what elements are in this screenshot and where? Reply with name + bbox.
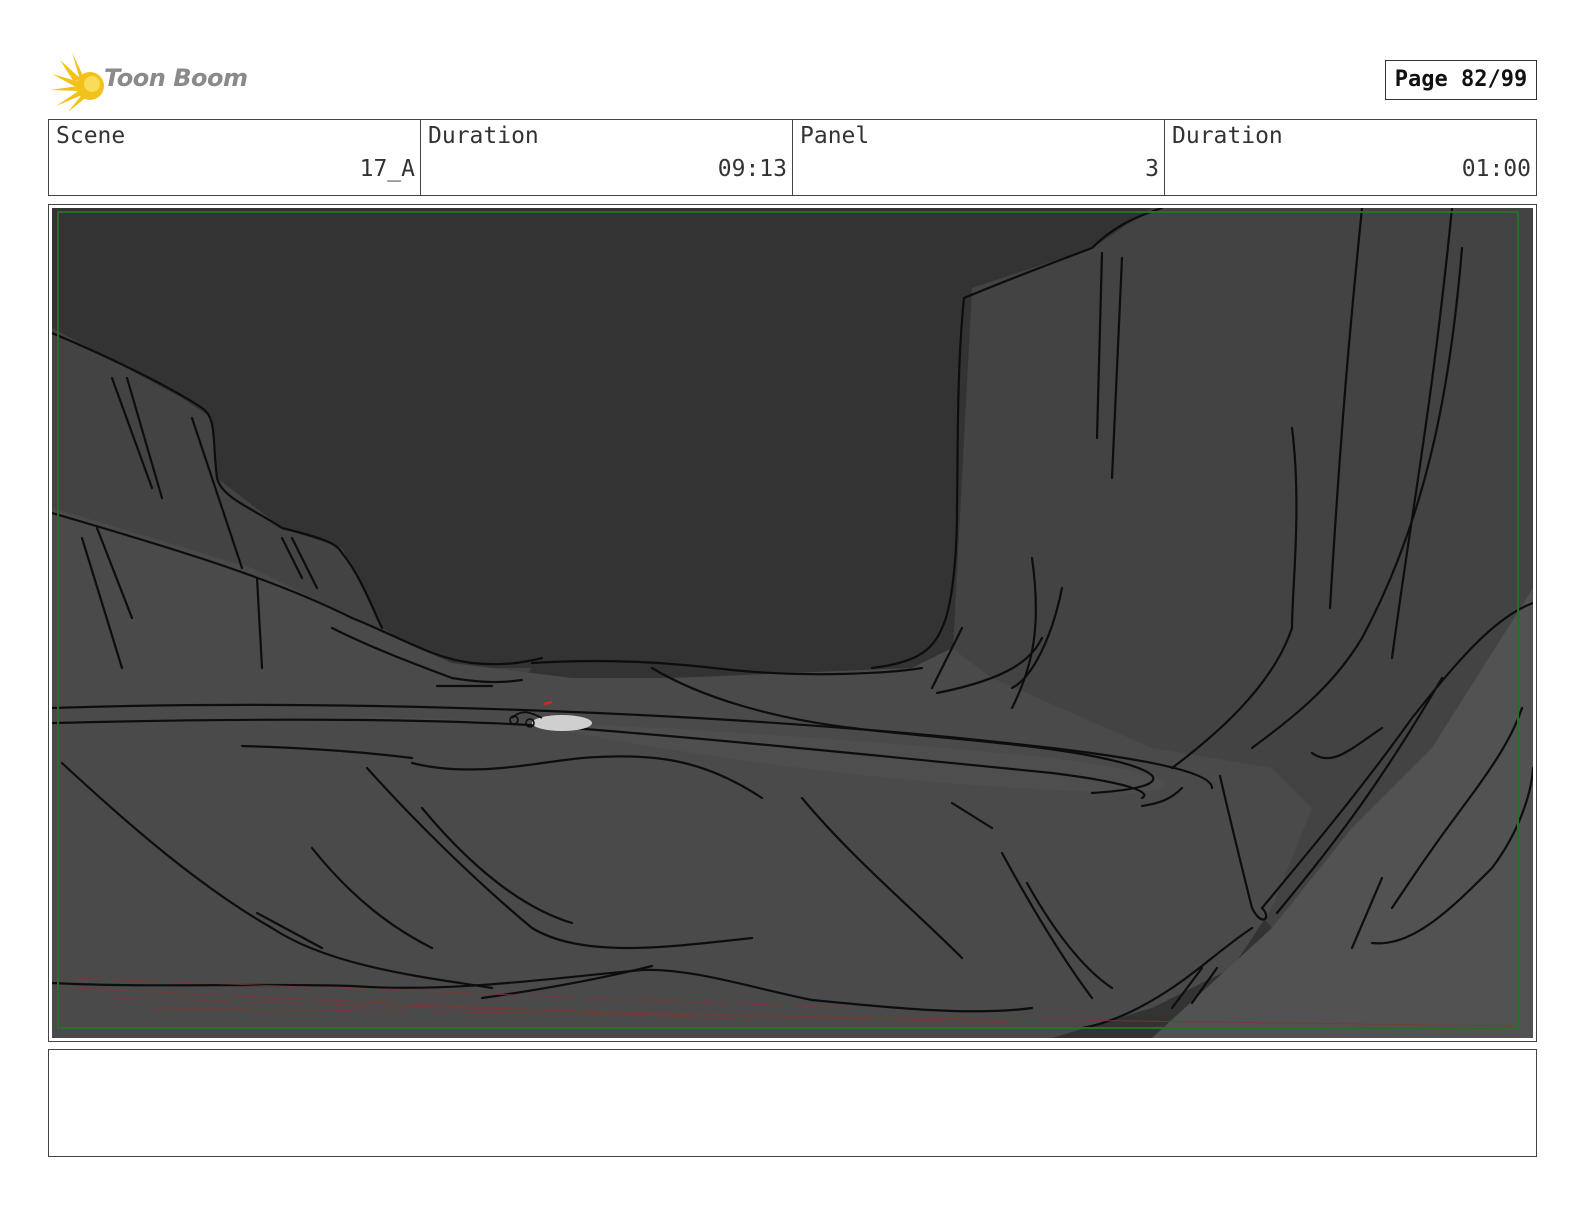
page-number: Page 82/99 xyxy=(1385,60,1537,100)
panel-info-table: Scene 17_A Duration 09:13 Panel 3 Durati… xyxy=(48,119,1537,196)
scene-label: Scene xyxy=(56,123,126,149)
canyon-sketch-image xyxy=(52,208,1533,1038)
panel-duration-cell: Duration 01:00 xyxy=(1165,120,1536,195)
scene-duration-label: Duration xyxy=(428,123,539,149)
storyboard-panel-frame xyxy=(48,204,1537,1042)
panel-label: Panel xyxy=(800,123,870,149)
panel-value: 3 xyxy=(1145,156,1159,182)
scene-cell: Scene 17_A xyxy=(49,120,421,195)
toon-boom-logo: Toon Boom xyxy=(50,52,270,112)
panel-duration-value: 01:00 xyxy=(1461,156,1531,182)
panel-duration-label: Duration xyxy=(1172,123,1283,149)
logo-text: Toon Boom xyxy=(104,64,248,92)
scene-duration-cell: Duration 09:13 xyxy=(421,120,793,195)
panel-cell: Panel 3 xyxy=(793,120,1165,195)
starburst-icon xyxy=(50,52,104,112)
panel-notes-box xyxy=(48,1049,1537,1157)
scene-duration-value: 09:13 xyxy=(717,156,787,182)
scene-value: 17_A xyxy=(359,156,415,182)
